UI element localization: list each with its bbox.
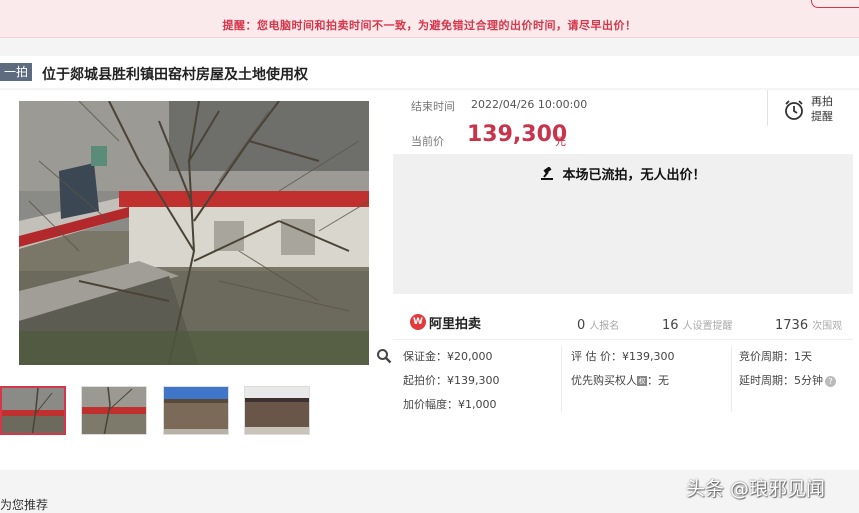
priority-buyer-value: ：无 — [647, 374, 669, 387]
auction-round-badge: 一拍 — [0, 63, 33, 81]
zoom-icon[interactable] — [376, 348, 392, 364]
page-title: 位于郯城县胜利镇田窑村房屋及土地使用权 — [42, 67, 308, 83]
current-price-label: 当前价 — [411, 135, 444, 148]
alarm-clock-icon — [783, 99, 805, 125]
recommend-title: 为您推荐 — [0, 498, 49, 512]
stat-label: 人设置提醒 — [682, 321, 733, 332]
help-icon[interactable]: ? — [825, 375, 836, 387]
column-divider — [561, 346, 562, 412]
stat-label: 人报名 — [589, 321, 620, 332]
stat-reminders: 16 人设置提醒 — [662, 314, 733, 333]
re-auction-remind-button[interactable]: 再拍提醒 — [783, 95, 843, 131]
stat-label: 次围观 — [812, 321, 843, 332]
remind-label: 再拍提醒 — [811, 95, 833, 123]
appraisal-price: 评 估 价：¥139,300 — [571, 350, 675, 363]
stats-row: W 阿里拍卖 0 人报名 16 人设置提醒 1736 次围观 — [393, 304, 853, 340]
auction-status-text: 本场已流拍，无人出价！ — [562, 168, 706, 183]
price-unit: 元 — [555, 135, 566, 148]
main-photo[interactable] — [19, 101, 369, 365]
stat-views: 1736 次围观 — [775, 314, 842, 333]
priority-info-icon[interactable]: 权 — [637, 376, 647, 386]
current-price-value: 139,300 — [467, 122, 568, 147]
watermark-text: 头条 @琅邪见闻 — [686, 478, 826, 500]
stat-signups: 0 人报名 — [577, 314, 619, 333]
logo-badge: W — [410, 314, 426, 330]
main-photo-image — [19, 101, 369, 365]
gavel-icon — [540, 166, 556, 185]
starting-price: 起拍价：¥139,300 — [403, 374, 500, 387]
notice-text: 提醒：您电脑时间和拍卖时间不一致，为避免错过合理的出价时间，请尽早出价！ — [222, 19, 637, 32]
title-row: 一拍 位于郯城县胜利镇田窑村房屋及土地使用权 — [0, 56, 859, 88]
remind-divider — [767, 90, 768, 126]
priority-buyer-label: 优先购买权人 — [571, 374, 637, 387]
delay-cycle-text: 延时周期：5分钟 — [739, 374, 823, 387]
notice-pill[interactable] — [811, 0, 859, 8]
auction-status-box: 本场已流拍，无人出价！ — [393, 154, 853, 294]
thumbnail-1[interactable] — [0, 386, 66, 435]
status-line: 本场已流拍，无人出价！ — [393, 164, 853, 185]
auction-details: 保证金：¥20,000 起拍价：¥139,300 加价幅度：¥1,000 评 估… — [393, 342, 853, 422]
delay-cycle: 延时周期：5分钟? — [739, 372, 836, 388]
auction-main: 结束时间 2022/04/26 10:00:00 当前价 139,300 元 再… — [0, 90, 859, 470]
logo-text: 阿里拍卖 — [429, 317, 482, 332]
bid-increment: 加价幅度：¥1,000 — [403, 398, 497, 411]
thumbnail-3[interactable] — [163, 386, 229, 435]
auction-info-panel: 结束时间 2022/04/26 10:00:00 当前价 139,300 元 再… — [393, 90, 853, 470]
bidding-cycle: 竞价周期：1天 — [739, 350, 812, 363]
priority-buyer: 优先购买权人权：无 — [571, 372, 669, 388]
stat-number: 16 — [662, 318, 679, 333]
column-divider — [731, 346, 732, 412]
thumbnail-4[interactable] — [244, 386, 310, 435]
end-time-label: 结束时间 — [411, 100, 455, 113]
thumbnail-2[interactable] — [81, 386, 147, 435]
stat-number: 1736 — [775, 318, 809, 333]
stat-number: 0 — [577, 318, 586, 333]
notice-bar: 提醒：您电脑时间和拍卖时间不一致，为避免错过合理的出价时间，请尽早出价！ — [0, 0, 859, 38]
end-time-value: 2022/04/26 10:00:00 — [471, 98, 588, 111]
deposit: 保证金：¥20,000 — [403, 350, 493, 363]
